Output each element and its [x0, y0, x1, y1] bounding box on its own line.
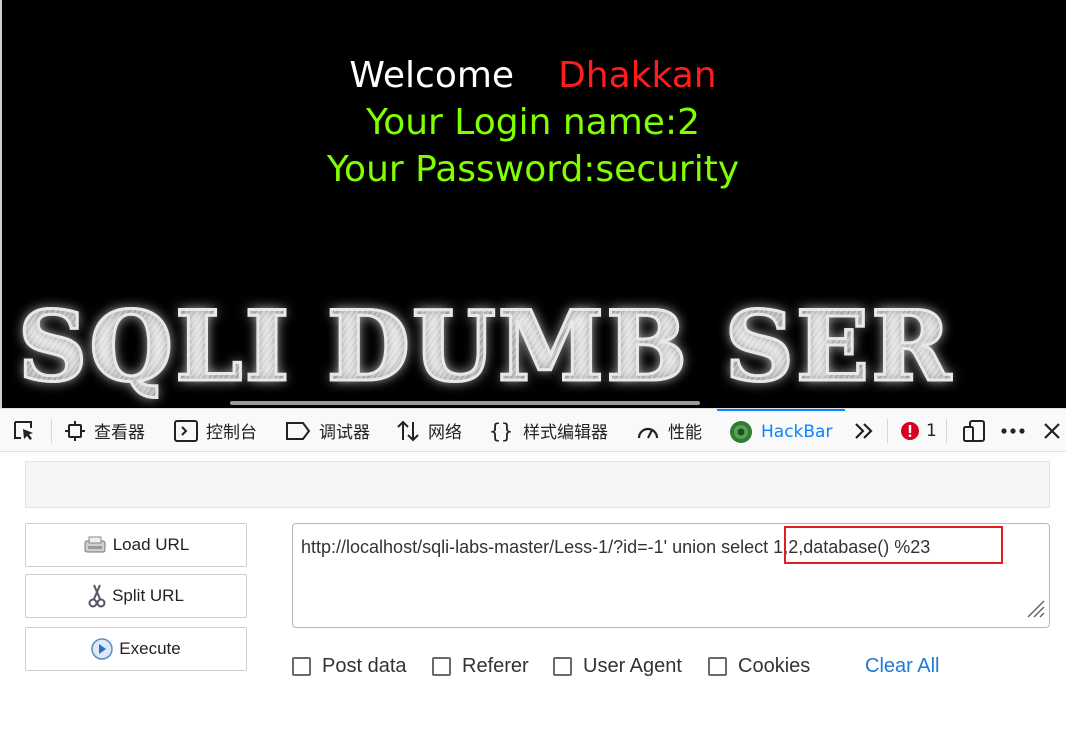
hackbar-icon [729, 420, 753, 444]
error-count-button[interactable]: 1 [900, 409, 937, 452]
more-options-icon [1000, 427, 1026, 435]
hackbar-panel: Load URL Split URL Execute http://localh… [0, 452, 1066, 733]
tab-label: HackBar [761, 421, 833, 442]
network-icon [396, 419, 420, 443]
tabs-overflow-button[interactable] [853, 409, 875, 452]
pick-element-icon [12, 419, 38, 443]
tab-console[interactable]: 控制台 [174, 409, 257, 452]
svg-text:{}: {} [489, 420, 513, 442]
hackbar-top-strip [25, 461, 1050, 508]
overflow-chevron-icon [853, 421, 875, 441]
toolbar-divider [946, 419, 947, 443]
debugger-icon [285, 421, 311, 441]
welcome-line: Welcome Dhakkan [0, 54, 1066, 98]
close-devtools-button[interactable] [1043, 409, 1061, 452]
tab-network[interactable]: 网络 [396, 409, 462, 452]
welcome-label: Welcome [349, 55, 515, 96]
cookies-option[interactable]: Cookies [708, 655, 810, 678]
pick-element-button[interactable] [12, 409, 38, 452]
more-options-button[interactable] [1000, 409, 1026, 452]
tab-label: 样式编辑器 [523, 423, 608, 443]
cookies-label: Cookies [738, 655, 811, 677]
tab-style-editor[interactable]: {} 样式编辑器 [489, 409, 608, 452]
performance-icon [636, 420, 660, 442]
horizontal-scrollbar[interactable] [230, 401, 700, 405]
split-url-label: Split URL [112, 586, 184, 605]
tab-debugger[interactable]: 调试器 [285, 409, 370, 452]
referer-checkbox[interactable] [432, 657, 451, 676]
password-text: Your Password:security [326, 149, 740, 190]
login-name-text: Your Login name:2 [366, 102, 700, 143]
toolbar-divider [887, 419, 888, 443]
load-url-label: Load URL [112, 535, 190, 554]
responsive-design-button[interactable] [962, 409, 986, 452]
console-icon [174, 419, 198, 442]
url-text-prefix: http://localhost/sqli-labs-master/Less-1… [301, 537, 722, 557]
referer-option[interactable]: Referer [432, 655, 529, 678]
post-data-checkbox[interactable] [292, 657, 311, 676]
tab-label: 性能 [668, 423, 702, 443]
page-viewport: Welcome Dhakkan Your Login name:2 Your Pa… [0, 0, 1066, 408]
execute-button[interactable]: Execute [25, 627, 247, 671]
url-text-highlighted: select 1,2,database() [721, 537, 895, 557]
tab-performance[interactable]: 性能 [636, 409, 702, 452]
toolbar-divider [51, 419, 52, 443]
tab-label: 查看器 [94, 423, 145, 443]
scissors-icon [88, 583, 106, 609]
tab-label: 网络 [428, 423, 462, 443]
user-agent-checkbox[interactable] [553, 657, 572, 676]
split-url-button[interactable]: Split URL [25, 574, 247, 618]
url-text-suffix: %23 [894, 537, 931, 557]
sqli-dumb-series-banner: SQLI DUMB SER [17, 290, 953, 403]
play-icon [91, 638, 114, 660]
resize-grip-icon[interactable] [1024, 597, 1046, 624]
post-data-label: Post data [322, 655, 407, 677]
load-url-button[interactable]: Load URL [25, 523, 247, 567]
user-name: Dhakkan [558, 55, 717, 96]
user-agent-option[interactable]: User Agent [553, 655, 682, 678]
clear-all-link[interactable]: Clear All [865, 655, 939, 678]
url-textarea[interactable]: http://localhost/sqli-labs-master/Less-1… [292, 523, 1050, 628]
tab-inspector[interactable]: 查看器 [64, 409, 145, 452]
tab-label: 控制台 [206, 423, 257, 443]
responsive-design-icon [962, 419, 986, 443]
error-icon [900, 421, 920, 441]
error-count: 1 [926, 420, 937, 441]
load-url-icon [83, 535, 107, 555]
cookies-checkbox[interactable] [708, 657, 727, 676]
post-data-option[interactable]: Post data [292, 655, 407, 678]
tab-label: 调试器 [319, 423, 370, 443]
style-editor-icon: {} [489, 420, 515, 442]
user-agent-label: User Agent [583, 655, 682, 677]
close-icon [1043, 422, 1061, 440]
inspector-icon [64, 420, 86, 442]
referer-label: Referer [462, 655, 529, 677]
devtools-toolbar: 查看器 控制台 调试器 网络 {} 样式编辑器 性能 HackBar 1 [0, 408, 1066, 452]
tab-hackbar[interactable]: HackBar [717, 409, 845, 452]
execute-label: Execute [119, 639, 181, 658]
